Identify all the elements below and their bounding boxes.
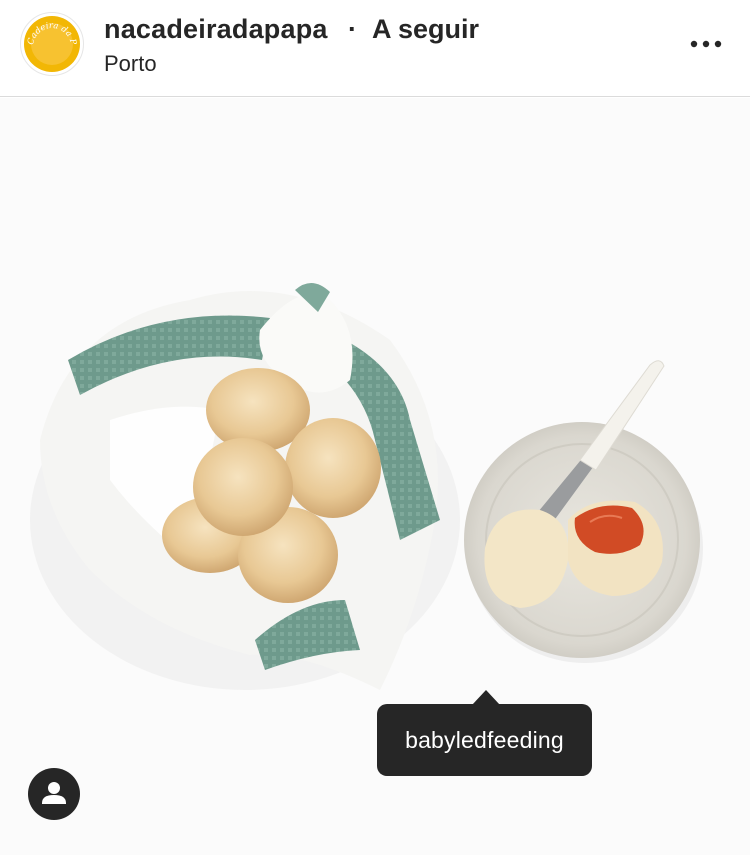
more-options-icon[interactable] bbox=[686, 30, 726, 58]
tag-pointer bbox=[472, 690, 500, 705]
location-link[interactable]: Porto bbox=[104, 51, 157, 77]
username[interactable]: nacadeiradapapa bbox=[104, 14, 328, 45]
post-photo[interactable] bbox=[0, 98, 750, 855]
post-header: Na Cadeira da Papa nacadeiradapapa · A s… bbox=[0, 0, 750, 97]
brand-logo-icon: Na Cadeira da Papa bbox=[21, 13, 80, 72]
following-button[interactable]: A seguir bbox=[372, 14, 479, 45]
profile-avatar[interactable]: Na Cadeira da Papa bbox=[20, 12, 84, 76]
product-tag-babyledfeeding[interactable]: babyledfeeding bbox=[377, 704, 592, 776]
separator-dot: · bbox=[348, 14, 357, 44]
user-tags-icon[interactable] bbox=[28, 768, 80, 820]
